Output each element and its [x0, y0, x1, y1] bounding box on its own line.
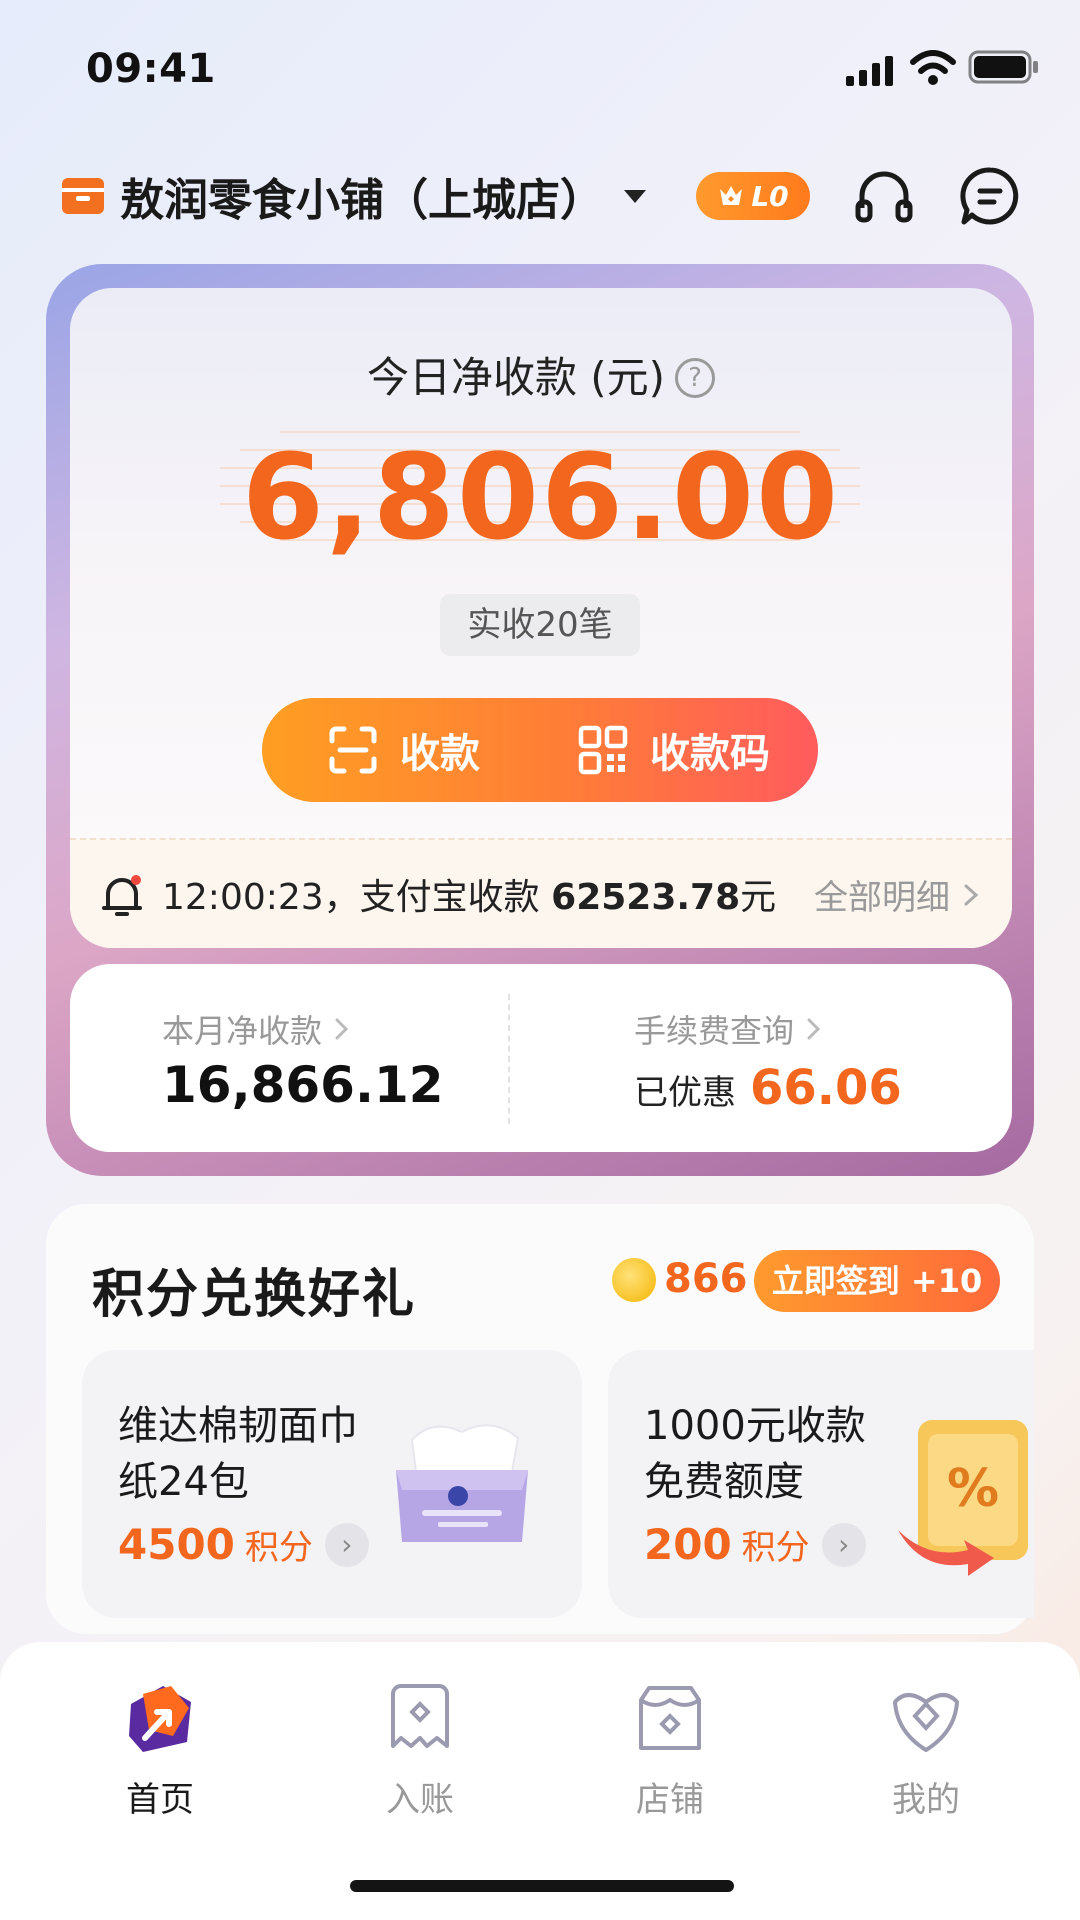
chevron-right-icon: › — [821, 1522, 866, 1567]
product-points-value: 200 — [644, 1520, 732, 1569]
signin-button[interactable]: 立即签到 +10 — [754, 1250, 1000, 1312]
latest-payment-notice[interactable]: 12:00:23，支付宝收款 62523.78元 全部明细 — [70, 838, 1012, 948]
month-net-label: 本月净收款 — [162, 1012, 323, 1050]
tab-mine-label: 我的 — [892, 1780, 960, 1820]
fee-query-label: 手续费查询 — [634, 1012, 795, 1050]
collect-label: 收款 — [400, 731, 480, 777]
tab-home-label: 首页 — [126, 1780, 194, 1820]
notice-text: 12:00:23，支付宝收款 62523.78元 — [162, 868, 776, 920]
wifi-icon — [910, 50, 956, 85]
coupon-image: % — [898, 1420, 1028, 1576]
tab-income-label: 入账 — [386, 1780, 454, 1820]
fee-saved-value: 66.06 — [750, 1060, 902, 1116]
chevron-right-icon — [964, 884, 979, 905]
all-details-link[interactable]: 全部明细 — [814, 870, 982, 919]
battery-icon — [968, 50, 1038, 84]
scan-icon — [329, 726, 377, 774]
store-name: 敖润零食小铺（上城店） — [120, 175, 604, 226]
product-points-value: 4500 — [118, 1520, 235, 1569]
chevron-right-icon: › — [324, 1522, 369, 1567]
fee-saved: 已优惠 66.06 — [634, 1060, 902, 1116]
qrcode-button[interactable]: 收款码 — [578, 698, 770, 802]
store-selector[interactable]: 敖润零食小铺（上城店） — [60, 166, 648, 226]
month-net-link[interactable]: 本月净收款 — [162, 1006, 352, 1052]
status-bar: 09:41 — [0, 0, 1080, 140]
notice-message: 12:00:23，支付宝收款 — [162, 877, 540, 918]
month-net-value: 16,866.12 — [162, 1056, 444, 1114]
tissue-box-image — [396, 1424, 528, 1542]
month-summary-card: 本月净收款 16,866.12 手续费查询 已优惠 66.06 — [70, 964, 1012, 1152]
store-icon — [62, 178, 104, 214]
product-name: 维达棉韧面巾 纸24包 — [118, 1398, 358, 1510]
product-name-line1: 1000元收款 — [644, 1403, 866, 1449]
today-income-title: 今日净收款 (元) — [366, 353, 666, 402]
home-indicator — [350, 1880, 734, 1892]
merchant-level-badge[interactable]: L0 — [696, 172, 810, 220]
product-card[interactable]: 维达棉韧面巾 纸24包 4500 积分 › — [82, 1350, 582, 1618]
caret-down-icon — [624, 190, 646, 203]
notice-amount: 62523.78 — [551, 877, 741, 918]
tab-home[interactable]: 首页 — [80, 1680, 240, 1821]
qrcode-label: 收款码 — [650, 731, 770, 777]
svg-text:%: % — [947, 1459, 999, 1519]
fee-saved-prefix: 已优惠 — [634, 1073, 736, 1113]
chevron-right-icon — [335, 1018, 349, 1040]
coin-icon — [612, 1258, 656, 1302]
tab-store[interactable]: 店铺 — [590, 1680, 750, 1821]
product-points: 4500 积分 › — [118, 1520, 369, 1569]
fee-query-link[interactable]: 手续费查询 — [634, 1006, 824, 1052]
today-amount: 6,806.00 — [241, 428, 841, 566]
income-icon — [391, 1684, 449, 1748]
all-details-label: 全部明细 — [814, 878, 950, 918]
tab-mine[interactable]: 我的 — [846, 1680, 1006, 1821]
crown-icon — [720, 186, 743, 205]
product-points: 200 积分 › — [644, 1520, 866, 1569]
points-exchange-section: 积分兑换好礼 866 立即签到 +10 维达棉韧面巾 纸24包 4500 积分 … — [46, 1204, 1034, 1634]
message-icon[interactable] — [958, 164, 1022, 228]
help-icon[interactable]: ? — [675, 358, 716, 398]
points-balance: 866 — [664, 1256, 748, 1302]
product-name: 1000元收款 免费额度 — [644, 1398, 866, 1510]
today-income-label: 今日净收款 (元)? — [70, 344, 1012, 405]
home-icon — [129, 1686, 191, 1752]
cellular-signal-icon — [846, 56, 893, 86]
transaction-count: 实收20笔 — [440, 594, 640, 656]
status-time: 09:41 — [86, 46, 216, 92]
product-points-unit: 积分 — [244, 1528, 313, 1568]
shop-icon — [639, 1686, 701, 1750]
qrcode-icon — [578, 725, 628, 775]
product-name-line2: 免费额度 — [644, 1459, 804, 1505]
product-name-line1: 维达棉韧面巾 — [118, 1403, 358, 1449]
bell-icon — [102, 875, 142, 916]
level-text: L0 — [751, 179, 789, 213]
customer-service-icon[interactable] — [852, 164, 916, 228]
points-title: 积分兑换好礼 — [92, 1265, 417, 1325]
chevron-right-icon — [807, 1018, 821, 1040]
profile-icon — [893, 1693, 959, 1752]
tab-income[interactable]: 入账 — [340, 1680, 500, 1821]
payment-actions: 收款 收款码 — [262, 698, 818, 802]
collect-button[interactable]: 收款 — [328, 698, 480, 802]
tab-store-label: 店铺 — [636, 1780, 704, 1820]
today-income-card: 今日净收款 (元)? 6,806.00 实收20笔 收款 收款码 12:00:2… — [70, 288, 1012, 948]
product-name-line2: 纸24包 — [118, 1459, 249, 1505]
notice-unit: 元 — [740, 877, 777, 918]
bottom-tab-bar: 首页 入账 店铺 我的 — [0, 1642, 1080, 1920]
product-card[interactable]: 1000元收款 免费额度 200 积分 › % — [608, 1350, 1034, 1618]
divider — [508, 994, 510, 1124]
product-points-unit: 积分 — [741, 1528, 810, 1568]
